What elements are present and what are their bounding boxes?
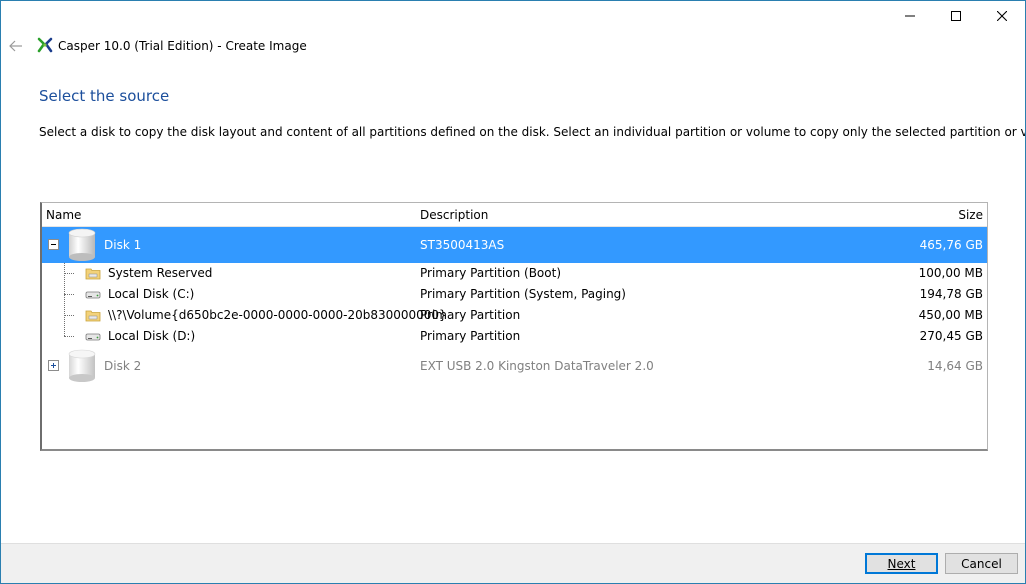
disk-drive-icon	[68, 349, 96, 382]
partition-name: Local Disk (D:)	[108, 329, 196, 343]
column-header-description[interactable]: Description	[420, 208, 488, 222]
app-window: Casper 10.0 (Trial Edition) - Create Ima…	[0, 0, 1026, 584]
tree-header: Name Description Size	[42, 203, 987, 227]
partition-description: Primary Partition	[420, 308, 521, 322]
minimize-icon	[905, 15, 915, 17]
minimize-button[interactable]	[887, 1, 933, 31]
wizard-footer: Next Cancel	[1, 543, 1025, 583]
expand-toggle[interactable]	[48, 360, 59, 371]
partition-name: Local Disk (C:)	[108, 287, 195, 301]
partition-name: System Reserved	[108, 266, 213, 280]
partition-description: Primary Partition (Boot)	[420, 266, 561, 280]
partition-size: 194,78 GB	[919, 287, 983, 301]
page-heading: Select the source	[39, 87, 170, 105]
partition-size: 100,00 MB	[918, 266, 983, 280]
maximize-icon	[951, 11, 961, 21]
disk-size: 14,64 GB	[927, 359, 983, 373]
instructions-text: Select a disk to copy the disk layout an…	[39, 125, 1026, 139]
close-button[interactable]	[979, 1, 1025, 31]
partition-name: \\?\Volume{d650bc2e-0000-0000-0000-20b83…	[108, 308, 447, 322]
column-header-size[interactable]: Size	[958, 208, 983, 222]
tree-row-disk-1[interactable]: Disk 1 ST3500413AS 465,76 GB	[42, 227, 987, 263]
back-arrow-icon	[9, 40, 22, 52]
disk-name: Disk 1	[104, 238, 142, 252]
plus-icon	[51, 363, 56, 368]
tree-row-partition[interactable]: \\?\Volume{d650bc2e-0000-0000-0000-20b83…	[42, 305, 987, 326]
tree-connector	[64, 273, 74, 275]
tree-row-disk-2[interactable]: Disk 2 EXT USB 2.0 Kingston DataTraveler…	[42, 348, 987, 384]
next-button[interactable]: Next	[865, 553, 938, 574]
disk-drive-icon	[68, 228, 96, 261]
partition-description: Primary Partition	[420, 329, 521, 343]
close-icon	[997, 11, 1007, 21]
tree-connector	[64, 294, 74, 296]
partition-size: 270,45 GB	[919, 329, 983, 343]
hard-drive-icon	[85, 333, 101, 341]
tree-row-partition[interactable]: Local Disk (C:) Primary Partition (Syste…	[42, 284, 987, 305]
column-header-name[interactable]: Name	[46, 208, 81, 222]
window-title: Casper 10.0 (Trial Edition) - Create Ima…	[58, 39, 307, 53]
collapse-toggle[interactable]	[48, 239, 59, 250]
maximize-button[interactable]	[933, 1, 979, 31]
tree-row-partition[interactable]: Local Disk (D:) Primary Partition 270,45…	[42, 326, 987, 347]
cancel-button-label: Cancel	[961, 556, 1002, 571]
partition-description: Primary Partition (System, Paging)	[420, 287, 626, 301]
tree-row-partition[interactable]: System Reserved Primary Partition (Boot)…	[42, 263, 987, 284]
minus-icon	[51, 244, 56, 245]
disk-size: 465,76 GB	[919, 238, 983, 252]
cancel-button[interactable]: Cancel	[945, 553, 1018, 574]
hard-drive-icon	[85, 291, 101, 299]
next-button-label: Next	[887, 556, 916, 571]
back-button[interactable]	[1, 31, 31, 61]
tree-connector	[64, 315, 74, 317]
disk-description: ST3500413AS	[420, 238, 505, 252]
source-tree-list[interactable]: Name Description Size Disk 1 ST3500413AS	[40, 202, 988, 451]
tree-connector	[64, 336, 74, 338]
disk-description: EXT USB 2.0 Kingston DataTraveler 2.0	[420, 359, 654, 373]
disk-name: Disk 2	[104, 359, 142, 373]
folder-drive-icon	[85, 310, 101, 322]
folder-drive-icon	[85, 268, 101, 280]
partition-size: 450,00 MB	[918, 308, 983, 322]
casper-app-icon	[37, 37, 53, 53]
